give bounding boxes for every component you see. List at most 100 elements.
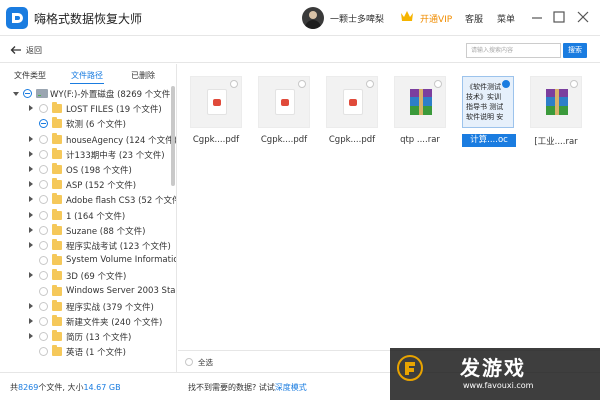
select-all-checkbox[interactable] <box>185 358 193 366</box>
expand-arrow-icon[interactable] <box>29 302 33 309</box>
tree-checkbox[interactable] <box>39 149 48 159</box>
maximize-icon[interactable] <box>551 9 567 25</box>
tree-checkbox[interactable] <box>39 180 48 190</box>
tree-folder-row[interactable]: 程序实战 (379 个文件) <box>0 299 170 314</box>
expand-arrow-icon[interactable] <box>29 150 33 157</box>
tree-checkbox[interactable] <box>39 332 48 342</box>
tree-checkbox[interactable] <box>39 241 48 250</box>
tree-folder-row[interactable]: System Volume Information <box>0 253 176 268</box>
expand-arrow-icon[interactable] <box>29 166 33 172</box>
folder-icon <box>52 254 62 266</box>
tree-checkbox[interactable] <box>39 317 48 326</box>
tree-folder-row[interactable]: LOST FILES (19 个文件) <box>0 101 170 116</box>
user-name[interactable]: 一颗士多啤梨 <box>330 12 384 25</box>
file-select-checkbox[interactable] <box>366 80 374 88</box>
expand-arrow-icon[interactable] <box>29 181 33 188</box>
tree-folder-row[interactable]: houseAgency (124 个文件) <box>0 132 176 147</box>
support-link[interactable]: 客服 <box>465 12 483 25</box>
expand-arrow-icon[interactable] <box>29 211 33 218</box>
file-thumbnail[interactable] <box>530 76 582 128</box>
tree-checkbox[interactable] <box>39 195 48 205</box>
file-thumbnail[interactable] <box>394 76 446 128</box>
file-thumbnail[interactable] <box>258 76 310 128</box>
folder-icon <box>52 284 62 296</box>
file-name[interactable]: 计算....oc <box>462 134 516 147</box>
file-name[interactable]: Cgpk....pdf <box>322 135 382 145</box>
deep-scan-link[interactable]: 深度模式 <box>275 383 307 392</box>
file-name[interactable]: qtp ....rar <box>390 135 450 145</box>
tree-folder-row[interactable]: 简历 (13 个文件) <box>0 329 170 344</box>
folder-icon <box>52 163 62 174</box>
tree-checkbox[interactable] <box>39 301 48 311</box>
tree-checkbox[interactable] <box>39 119 48 129</box>
avatar[interactable] <box>302 7 324 29</box>
expand-arrow-icon[interactable] <box>29 242 33 248</box>
expand-arrow-icon[interactable] <box>29 135 33 142</box>
back-button[interactable]: 返回 <box>26 45 42 56</box>
expand-arrow-icon[interactable] <box>29 226 33 233</box>
tree-checkbox[interactable] <box>39 225 48 235</box>
tab-deleted[interactable]: 已删除 <box>131 70 155 81</box>
tree-checkbox[interactable] <box>39 104 48 114</box>
expand-arrow-icon[interactable] <box>29 318 33 324</box>
expand-arrow-icon[interactable] <box>29 272 33 279</box>
tree-item-label: Adobe flash CS3 (52 个文件) <box>66 196 177 207</box>
tree-item-label: 英语 (1 个文件) <box>66 348 126 359</box>
tree-folder-row[interactable]: 3D (69 个文件) <box>0 268 170 283</box>
tab-file-path[interactable]: 文件路径 <box>71 70 103 81</box>
tree-checkbox[interactable] <box>39 256 48 266</box>
tree-folder-row[interactable]: 软测 (6 个文件) <box>0 116 170 131</box>
file-select-checkbox[interactable] <box>230 80 238 88</box>
tree-checkbox[interactable] <box>39 165 48 174</box>
file-thumbnail[interactable] <box>326 76 378 128</box>
tree-folder-row[interactable]: 1 (164 个文件) <box>0 208 170 223</box>
tree-scrollbar[interactable] <box>171 86 175 186</box>
tree-checkbox[interactable] <box>39 271 48 281</box>
logo-icon <box>6 7 28 29</box>
tree-checkbox[interactable] <box>39 347 48 357</box>
file-name[interactable]: [工业....rar <box>526 135 586 147</box>
tree-folder-row[interactable]: OS (198 个文件) <box>0 162 170 177</box>
title-bar: 嗨格式数据恢复大师 一颗士多啤梨 开通VIP 客服 菜单 <box>0 0 600 36</box>
tree-checkbox[interactable] <box>39 210 48 220</box>
search-button[interactable]: 搜索 <box>563 43 587 58</box>
folder-icon <box>52 193 62 205</box>
close-icon[interactable] <box>575 9 591 25</box>
menu-link[interactable]: 菜单 <box>497 12 515 25</box>
folder-icon <box>52 223 62 235</box>
open-vip-link[interactable]: 开通VIP <box>420 12 452 25</box>
tree-folder-row[interactable]: Adobe flash CS3 (52 个文件) <box>0 192 176 207</box>
deep-scan-hint: 找不到需要的数据? 试试深度模式 <box>188 382 307 393</box>
tab-file-type[interactable]: 文件类型 <box>14 70 46 81</box>
expand-arrow-icon[interactable] <box>29 196 33 203</box>
tree-folder-row[interactable]: Windows Server 2003 Sta <box>0 284 176 299</box>
file-select-checkbox[interactable] <box>434 80 442 88</box>
tree-folder-row[interactable]: 计133期中考 (23 个文件) <box>0 147 170 162</box>
tree-item-label: Suzane (88 个文件) <box>66 226 146 237</box>
tree-checkbox[interactable] <box>39 134 48 144</box>
file-select-checkbox[interactable] <box>570 80 578 88</box>
tree-checkbox[interactable] <box>23 89 32 98</box>
file-select-checkbox[interactable] <box>502 80 510 88</box>
file-name[interactable]: Cgpk....pdf <box>186 135 246 145</box>
expand-arrow-icon[interactable] <box>29 105 33 112</box>
back-arrow-icon[interactable] <box>10 44 22 56</box>
select-all-label[interactable]: 全选 <box>198 357 213 368</box>
tree-folder-row[interactable]: ASP (152 个文件) <box>0 177 170 192</box>
minimize-icon[interactable] <box>529 9 545 25</box>
tree-folder-row[interactable]: 新建文件夹 (240 个文件) <box>0 314 170 329</box>
tree-drive-row[interactable]: WY(F:)-外置磁盘 (8269 个文件) <box>0 86 174 101</box>
total-size: 14.67 GB <box>83 383 121 392</box>
search-input[interactable] <box>466 43 561 58</box>
tree-folder-row[interactable]: 程序实战考试 (123 个文件) <box>0 238 171 253</box>
file-select-checkbox[interactable] <box>298 80 306 88</box>
file-thumbnail[interactable]: 《软件测试 技术》实训 指导书 测试 软件说明 安 <box>462 76 514 128</box>
tree-folder-row[interactable]: Suzane (88 个文件) <box>0 223 170 238</box>
file-name[interactable]: Cgpk....pdf <box>254 135 314 145</box>
file-thumbnail[interactable] <box>190 76 242 128</box>
expand-arrow-icon[interactable] <box>29 333 33 340</box>
tree-checkbox[interactable] <box>39 286 48 296</box>
tree-folder-row[interactable]: 英语 (1 个文件) <box>0 344 170 359</box>
pdf-icon <box>207 89 227 115</box>
collapse-arrow-icon[interactable] <box>13 92 19 96</box>
